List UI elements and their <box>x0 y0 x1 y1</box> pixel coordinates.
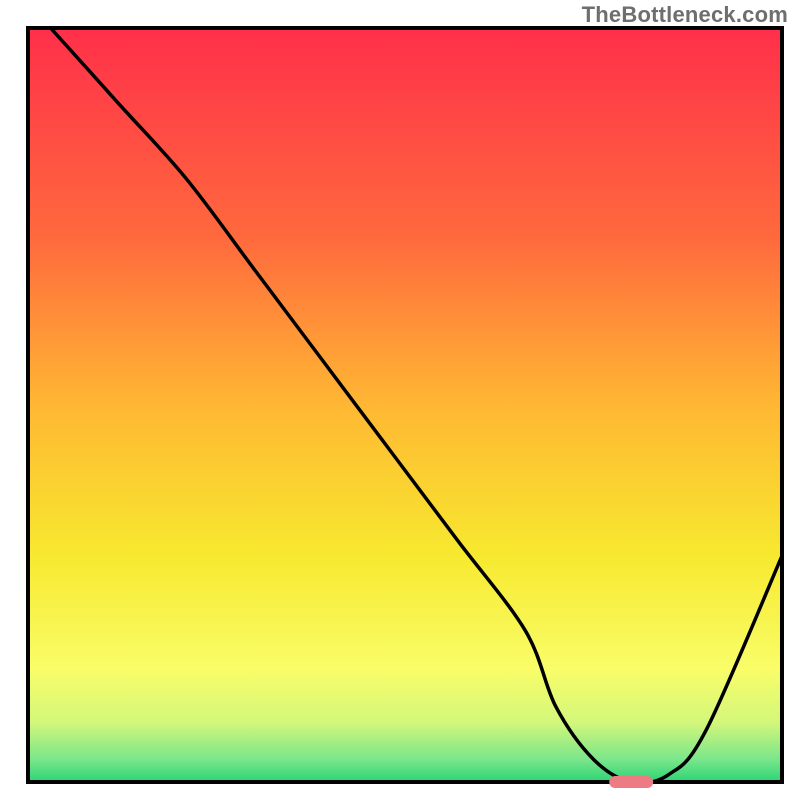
target-marker <box>609 776 653 788</box>
bottleneck-chart <box>0 0 800 800</box>
watermark-text: TheBottleneck.com <box>582 2 788 28</box>
chart-container: TheBottleneck.com <box>0 0 800 800</box>
chart-background <box>28 28 782 782</box>
